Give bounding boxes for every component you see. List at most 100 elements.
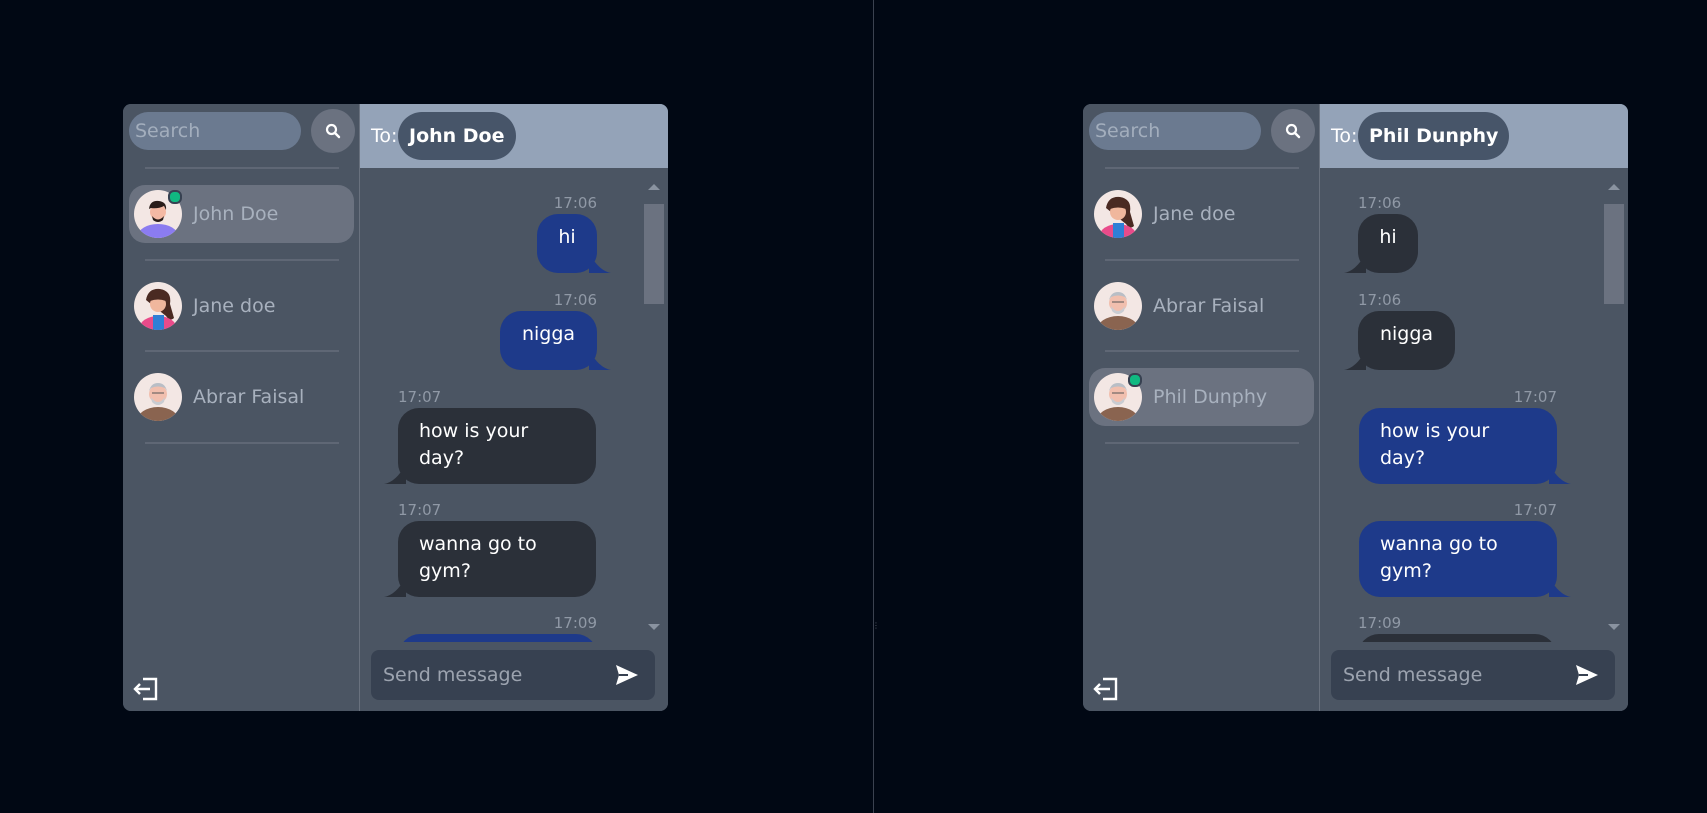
to-label: To: (1331, 125, 1358, 147)
online-indicator (1128, 373, 1142, 387)
divider (1105, 167, 1299, 169)
divider (145, 167, 339, 169)
avatar-woman (1094, 190, 1142, 238)
message-list[interactable]: 17:06 hi 17:06 nigga 17:07 how is your d… (1320, 188, 1602, 642)
scroll-down-arrow[interactable] (648, 624, 660, 630)
message-text: hi (1379, 226, 1397, 248)
send-icon (616, 665, 638, 685)
sidebar: Jane doe Abrar Faisal Phil Dunphy (1083, 104, 1320, 711)
contact-john-doe[interactable]: John Doe (129, 185, 354, 243)
contact-name: Jane doe (193, 295, 276, 317)
message-time: 17:07 (1513, 388, 1557, 406)
contact-jane-doe[interactable]: Jane doe (129, 277, 354, 335)
chat-header: To: Phil Dunphy (1320, 104, 1628, 168)
message-text: nigga (521, 323, 576, 345)
window-divider[interactable] (873, 0, 874, 813)
to-label: To: (371, 125, 398, 147)
avatar-old-man (1094, 282, 1142, 330)
message-text: how is your day? (419, 420, 529, 469)
message-sent: 17:07 how is your day? (1359, 388, 1571, 484)
message-sent: 17:09 (399, 614, 597, 642)
search-icon (325, 123, 341, 139)
bubble-tail (384, 464, 406, 484)
message-text: wanna go to gym? (1380, 533, 1498, 582)
divider (1105, 442, 1299, 444)
scroll-thumb[interactable] (644, 204, 664, 304)
contact-name: Abrar Faisal (1153, 295, 1265, 317)
chat-app-left: John Doe Jane doe Abrar Faisal To: John … (123, 104, 668, 711)
message-text: how is your day? (1380, 420, 1490, 469)
message-time: 17:07 (1513, 501, 1557, 519)
bubble-tail (1344, 350, 1366, 370)
message-time: 17:09 (1358, 614, 1402, 632)
scroll-thumb[interactable] (1604, 204, 1624, 304)
chat-header: To: John Doe (360, 104, 668, 168)
message-text: nigga (1379, 323, 1434, 345)
contact-name: Jane doe (1153, 203, 1236, 225)
divider-handle[interactable]: ⋮ (872, 621, 880, 631)
chat-app-right: Jane doe Abrar Faisal Phil Dunphy To: Ph… (1083, 104, 1628, 711)
message-sent: 17:07 wanna go to gym? (1359, 501, 1571, 597)
message-text: wanna go to gym? (419, 533, 537, 582)
logout-button[interactable] (131, 674, 161, 704)
divider (145, 350, 339, 352)
search-input[interactable] (1089, 112, 1261, 150)
message-time: 17:06 (1358, 291, 1402, 309)
search-input[interactable] (129, 112, 301, 150)
scroll-down-arrow[interactable] (1608, 624, 1620, 630)
bubble-tail (384, 577, 406, 597)
avatar (1094, 373, 1142, 421)
message-sent: 17:06 hi (537, 194, 611, 273)
send-button[interactable] (614, 663, 640, 687)
message-time: 17:06 (553, 194, 597, 212)
contact-jane-doe[interactable]: Jane doe (1089, 185, 1314, 243)
message-time: 17:07 (398, 388, 442, 406)
message-time: 17:07 (398, 501, 442, 519)
send-button[interactable] (1574, 663, 1600, 687)
bubble-tail (1549, 577, 1571, 597)
logout-icon (1093, 677, 1118, 701)
message-input[interactable] (371, 650, 601, 700)
bubble-tail (1549, 464, 1571, 484)
avatar-woman (134, 282, 182, 330)
search-button[interactable] (1271, 109, 1315, 153)
message-list[interactable]: 17:06 hi 17:06 nigga 17:07 how is your d… (360, 188, 642, 642)
contact-abrar-faisal[interactable]: Abrar Faisal (1089, 277, 1314, 335)
search-icon (1285, 123, 1301, 139)
recipient-chip[interactable]: John Doe (398, 112, 516, 160)
recipient-chip[interactable]: Phil Dunphy (1358, 112, 1510, 160)
chat-panel: To: John Doe 17:06 hi 17:06 nigga 17:07 (360, 104, 668, 711)
message-input[interactable] (1331, 650, 1561, 700)
search-button[interactable] (311, 109, 355, 153)
divider (145, 259, 339, 261)
contact-name: John Doe (193, 203, 279, 225)
scrollbar[interactable] (642, 184, 666, 642)
avatar (134, 282, 182, 330)
bubble-tail (1344, 253, 1366, 273)
message-received: 17:06 hi (1344, 194, 1418, 273)
divider (1105, 259, 1299, 261)
scrollbar[interactable] (1602, 184, 1626, 642)
scroll-up-arrow[interactable] (648, 184, 660, 190)
message-time: 17:06 (1358, 194, 1402, 212)
message-composer (371, 650, 655, 700)
message-received: 17:07 how is your day? (384, 388, 596, 484)
avatar-old-man (134, 373, 182, 421)
message-received: 17:07 wanna go to gym? (384, 501, 596, 597)
contact-name: Abrar Faisal (193, 386, 305, 408)
logout-icon (133, 677, 158, 701)
divider (145, 442, 339, 444)
avatar (134, 373, 182, 421)
contact-phil-dunphy[interactable]: Phil Dunphy (1089, 368, 1314, 426)
message-sent: 17:06 nigga (500, 291, 611, 370)
send-icon (1576, 665, 1598, 685)
message-composer (1331, 650, 1615, 700)
bubble-tail (589, 253, 611, 273)
avatar (134, 190, 182, 238)
contact-abrar-faisal[interactable]: Abrar Faisal (129, 368, 354, 426)
scroll-up-arrow[interactable] (1608, 184, 1620, 190)
logout-button[interactable] (1091, 674, 1121, 704)
bubble-tail (589, 350, 611, 370)
chat-panel: To: Phil Dunphy 17:06 hi 17:06 nigga 17:… (1320, 104, 1628, 711)
message-time: 17:09 (553, 614, 597, 632)
